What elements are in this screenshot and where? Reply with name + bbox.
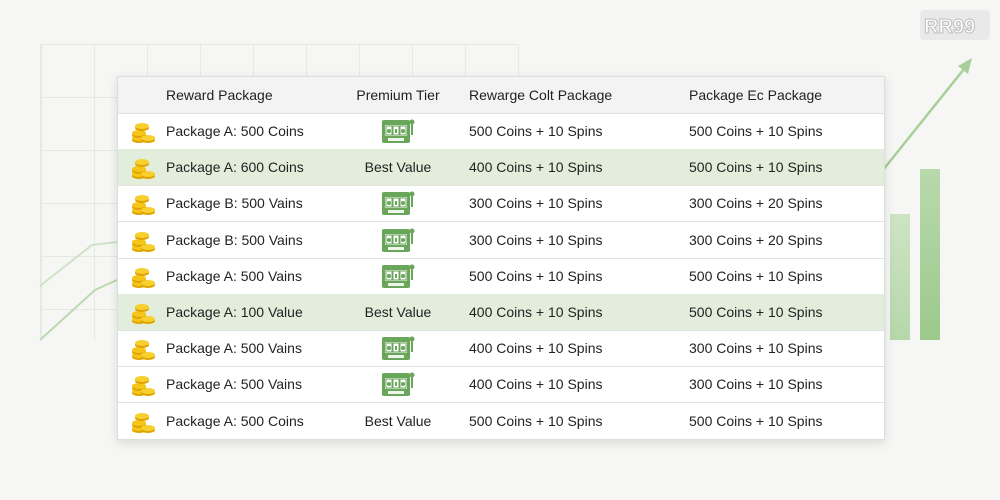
ec-package-value: 300 Coins + 20 Spins xyxy=(689,231,823,248)
coin-stack-icon xyxy=(132,195,155,216)
colt-package-value: 300 Coins + 10 Spins xyxy=(469,195,603,212)
colt-package-value: 300 Coins + 10 Spins xyxy=(469,231,603,248)
package-name: Package A: 500 Vains xyxy=(166,267,302,284)
premium-tier-label xyxy=(348,185,448,221)
table-row[interactable]: Package A: 100 Value Best Value 400 Coin… xyxy=(118,294,884,331)
colt-package-value: 400 Coins + 10 Spins xyxy=(469,340,603,357)
coin-stack-icon xyxy=(132,412,155,433)
premium-tier-label: Best Value xyxy=(364,412,432,429)
coin-stack-icon xyxy=(132,231,155,252)
coin-stack-icon xyxy=(132,304,155,324)
coin-stack-icon xyxy=(132,267,155,288)
package-name: Package B: 500 Vains xyxy=(166,195,303,212)
brand-logo-text: RR99 xyxy=(924,16,975,38)
ec-package-value: 500 Coins + 10 Spins xyxy=(689,267,823,284)
premium-tier-label xyxy=(348,366,448,402)
ec-package-value: 300 Coins + 10 Spins xyxy=(689,340,823,357)
brand-logo: RR99 xyxy=(920,10,990,40)
premium-tier-label xyxy=(348,258,448,294)
ec-package-value: 500 Coins + 10 Spins xyxy=(689,304,823,320)
coin-stack-icon xyxy=(132,340,155,361)
ec-package-value: 500 Coins + 10 Spins xyxy=(689,412,823,429)
table-row[interactable]: Package A: 600 Coins Best Value 400 Coin… xyxy=(118,149,884,187)
ec-package-value: 300 Coins + 20 Spins xyxy=(689,195,823,212)
table-row[interactable]: Package A: 500 Vains 500 Coins + 10 Spin… xyxy=(118,258,884,295)
table-row[interactable]: Package B: 500 Vains 300 Coins + 10 Spin… xyxy=(118,222,884,259)
package-name: Package A: 500 Coins xyxy=(166,412,304,429)
colt-package-value: 500 Coins + 10 Spins xyxy=(469,412,603,429)
table-row[interactable]: Package A: 500 Vains 400 Coins + 10 Spin… xyxy=(118,366,884,404)
coin-stack-icon xyxy=(132,376,155,397)
premium-tier-label xyxy=(348,330,448,366)
table-row[interactable]: Package A: 500 Coins 500 Coins + 10 Spin… xyxy=(118,113,884,150)
colt-package-value: 500 Coins + 10 Spins xyxy=(469,123,603,139)
premium-tier-label xyxy=(348,222,448,258)
package-name: Package A: 500 Vains xyxy=(166,376,302,393)
colt-package-value: 500 Coins + 10 Spins xyxy=(469,267,603,284)
ec-package-value: 300 Coins + 10 Spins xyxy=(689,376,823,393)
coin-stack-icon xyxy=(132,159,155,180)
package-name: Package A: 600 Coins xyxy=(166,159,304,176)
ec-package-value: 500 Coins + 10 Spins xyxy=(689,123,823,139)
colt-package-value: 400 Coins + 10 Spins xyxy=(469,304,603,320)
table-row[interactable]: Package B: 500 Vains 300 Coins + 10 Spin… xyxy=(118,185,884,223)
colt-package-value: 400 Coins + 10 Spins xyxy=(469,376,603,393)
table-row[interactable]: Package A: 500 Coins Best Value 500 Coin… xyxy=(118,403,884,439)
header-reward-package: Reward Package xyxy=(166,87,273,103)
table-row[interactable]: Package A: 500 Vains 400 Coins + 10 Spin… xyxy=(118,330,884,368)
ec-package-value: 500 Coins + 10 Spins xyxy=(689,159,823,176)
header-ec-package: Package Ec Package xyxy=(689,87,823,103)
premium-tier-label xyxy=(348,113,448,149)
colt-package-value: 400 Coins + 10 Spins xyxy=(469,159,603,176)
coin-stack-icon xyxy=(132,123,155,143)
package-name: Package A: 500 Vains xyxy=(166,340,302,357)
background-bar xyxy=(920,169,940,340)
background-bar xyxy=(890,214,910,340)
header-colt-package: Rewarge Colt Package xyxy=(469,87,613,103)
table-header-row: Reward Package Premium Tier Rewarge Colt… xyxy=(118,77,884,114)
premium-tier-label: Best Value xyxy=(364,159,432,176)
package-name: Package A: 100 Value xyxy=(166,304,303,320)
premium-tier-label: Best Value xyxy=(364,304,432,320)
package-name: Package A: 500 Coins xyxy=(166,123,304,139)
package-name: Package B: 500 Vains xyxy=(166,231,303,248)
header-premium-tier: Premium Tier xyxy=(356,87,440,103)
rewards-table: Reward Package Premium Tier Rewarge Colt… xyxy=(117,76,885,440)
